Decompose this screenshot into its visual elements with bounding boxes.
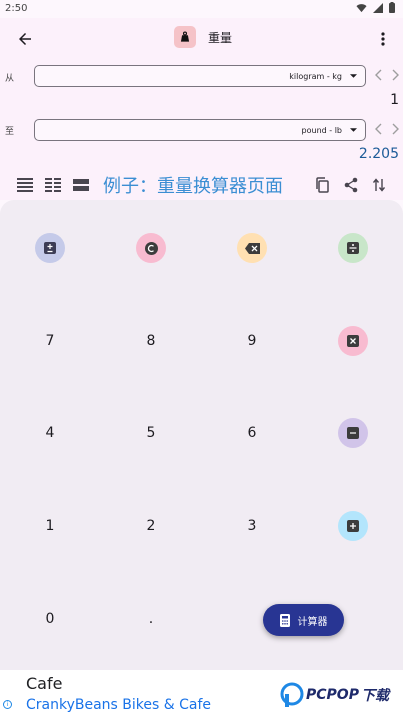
digit-4-button[interactable]: 4 <box>33 416 67 450</box>
title-wrap: 重量 <box>174 26 232 48</box>
minus-button[interactable] <box>336 416 370 450</box>
digit-3-button[interactable]: 3 <box>235 509 269 543</box>
chevron-right-icon[interactable] <box>392 69 399 81</box>
status-icons <box>356 2 395 13</box>
toolbar: 例子：重量换算器页面 <box>0 170 403 200</box>
to-value: 2.205 <box>358 146 399 162</box>
plus-minus-button[interactable] <box>33 231 67 265</box>
ad-banner[interactable]: i Cafe CrankyBeans Bikes & Cafe PCPOP 下载 <box>0 670 403 720</box>
clear-button[interactable] <box>134 231 168 265</box>
calculator-icon <box>279 613 290 627</box>
more-menu-button[interactable] <box>373 26 393 52</box>
watermark-text: PCPOP <box>306 687 359 703</box>
ad-info-icon[interactable]: i <box>3 700 12 709</box>
from-unit-text: kilogram - kg <box>289 71 342 81</box>
digit-6-button[interactable]: 6 <box>235 416 269 450</box>
multiply-button[interactable] <box>336 324 370 358</box>
clear-icon <box>136 233 166 263</box>
example-text: 例子：重量换算器页面 <box>103 176 283 197</box>
chevron-left-icon[interactable] <box>375 69 382 81</box>
to-label: 至 <box>5 127 15 137</box>
pcpop-watermark: PCPOP 下载 <box>280 682 389 708</box>
digit-8-button[interactable]: 8 <box>134 324 168 358</box>
calculator-fab[interactable]: 计算器 <box>263 604 344 636</box>
to-nav-arrows <box>375 123 399 135</box>
copy-icon[interactable] <box>312 175 332 195</box>
from-unit-select[interactable]: kilogram - kg <box>34 65 366 87</box>
back-button[interactable] <box>12 26 38 52</box>
grid-view-icon[interactable] <box>43 175 63 195</box>
digit-2-button[interactable]: 2 <box>134 509 168 543</box>
plus-button[interactable] <box>336 509 370 543</box>
digit-5-button[interactable]: 5 <box>134 416 168 450</box>
digit-1-button[interactable]: 1 <box>33 509 67 543</box>
wifi-icon <box>356 3 367 12</box>
app-bar: 重量 <box>0 18 403 60</box>
list-view-icon[interactable] <box>15 175 35 195</box>
chevron-right-icon[interactable] <box>392 123 399 135</box>
weight-icon <box>174 26 196 48</box>
keypad: 7 8 9 4 5 6 1 2 3 0 . 计算器 <box>0 200 403 670</box>
from-value[interactable]: 1 <box>390 92 399 108</box>
digit-0-button[interactable]: 0 <box>33 602 67 636</box>
share-icon[interactable] <box>341 175 361 195</box>
chevron-left-icon[interactable] <box>375 123 382 135</box>
backspace-button[interactable] <box>235 231 269 265</box>
ad-subtitle[interactable]: CrankyBeans Bikes & Cafe <box>26 697 211 713</box>
calculator-fab-label: 计算器 <box>297 616 328 628</box>
compact-view-icon[interactable] <box>71 175 91 195</box>
divide-button[interactable] <box>336 231 370 265</box>
digit-7-button[interactable]: 7 <box>33 324 67 358</box>
status-time: 2:50 <box>5 3 28 14</box>
battery-icon <box>389 2 395 13</box>
decimal-point-button[interactable]: . <box>134 602 168 636</box>
dropdown-arrow-icon <box>350 74 357 78</box>
status-bar: 2:50 <box>0 0 403 18</box>
swap-icon[interactable] <box>369 175 389 195</box>
signal-icon <box>373 2 383 13</box>
plus-minus-icon <box>35 233 65 263</box>
multiply-icon <box>338 326 368 356</box>
ad-title[interactable]: Cafe <box>26 674 62 693</box>
to-unit-select[interactable]: pound - lb <box>34 119 366 141</box>
from-label: 从 <box>5 74 15 84</box>
backspace-icon <box>237 233 267 263</box>
minus-icon <box>338 418 368 448</box>
to-unit-text: pound - lb <box>301 125 342 135</box>
arrow-back-icon <box>19 33 31 45</box>
plus-icon <box>338 511 368 541</box>
watermark-suffix: 下载 <box>360 688 389 704</box>
more-vert-icon <box>381 32 385 46</box>
pcpop-logo-icon <box>280 682 304 707</box>
dropdown-arrow-icon <box>350 128 357 132</box>
from-nav-arrows <box>375 69 399 81</box>
divide-icon <box>338 233 368 263</box>
digit-9-button[interactable]: 9 <box>235 324 269 358</box>
page-title: 重量 <box>208 30 233 45</box>
